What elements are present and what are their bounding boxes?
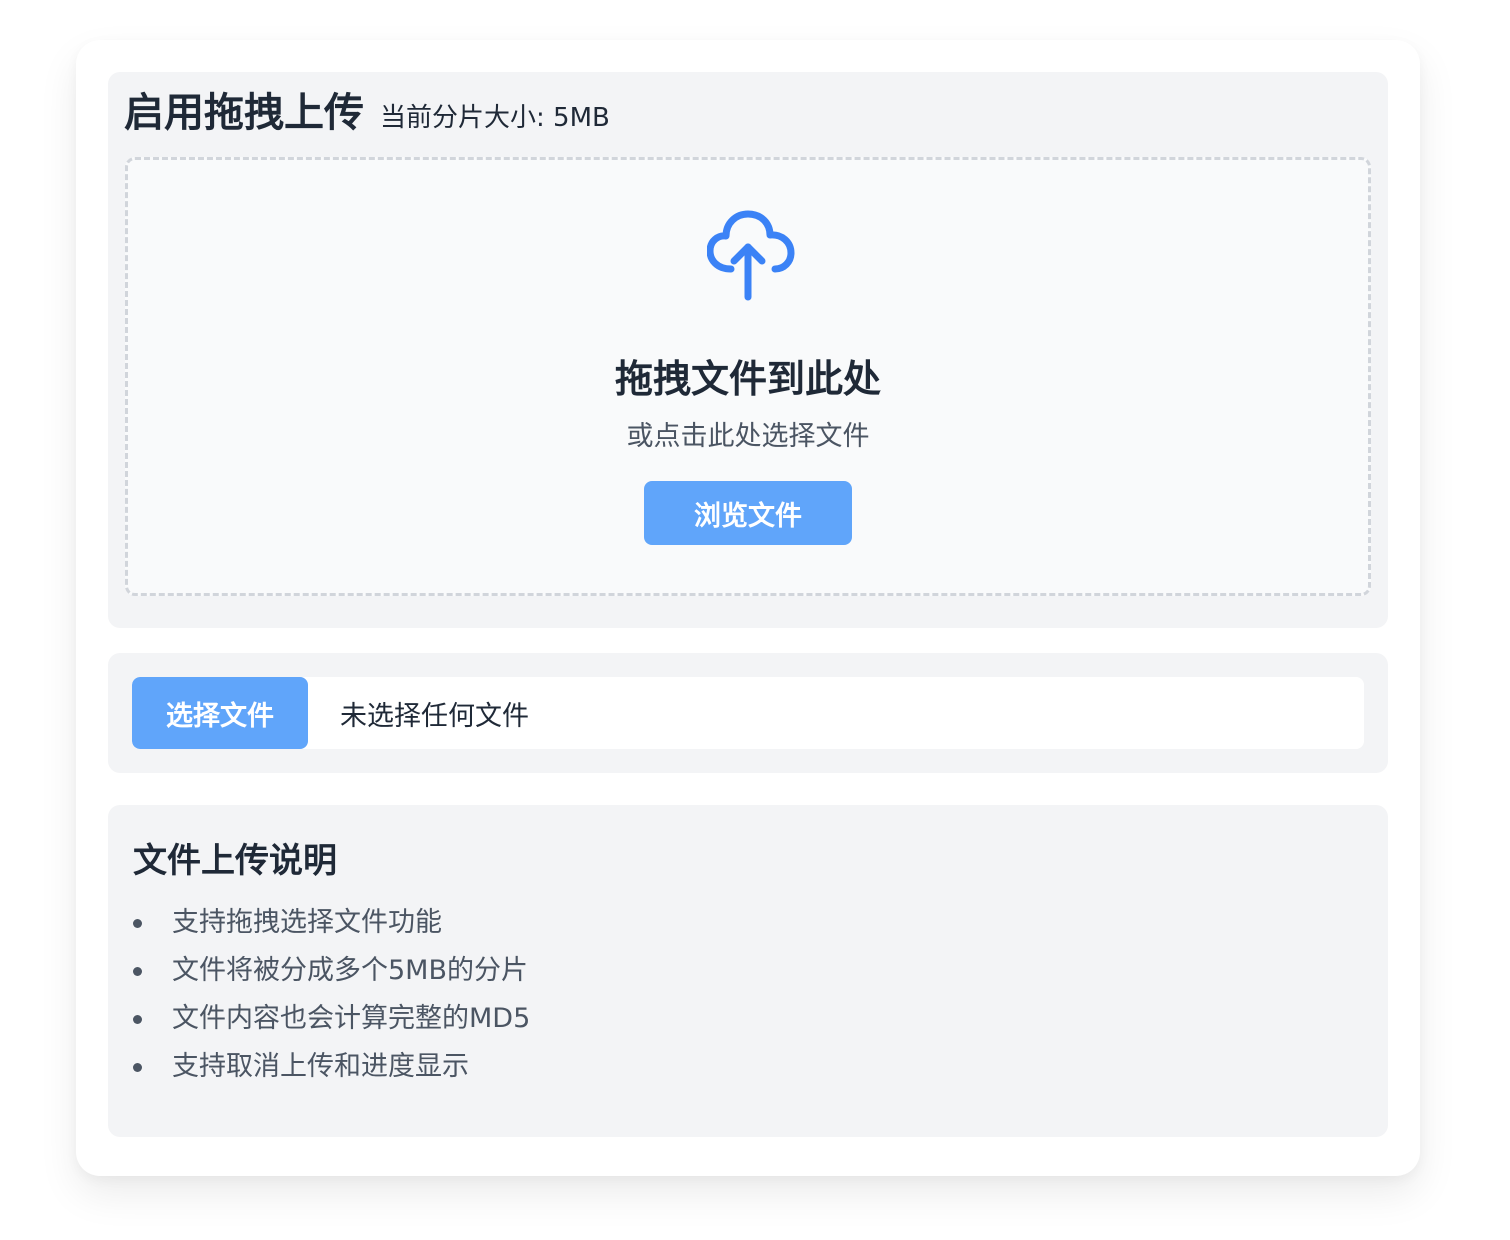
file-select-panel: 选择文件 未选择任何文件: [108, 653, 1388, 773]
drop-subtitle: 或点击此处选择文件: [626, 421, 870, 452]
drop-title: 拖拽文件到此处: [614, 357, 881, 401]
list-item-text: 支持拖拽选择文件功能: [172, 907, 442, 938]
bullet-icon: [133, 1015, 142, 1024]
drag-title: 启用拖拽上传: [124, 90, 364, 136]
list-item-text: 支持取消上传和进度显示: [172, 1051, 469, 1082]
list-item: 文件内容也会计算完整的MD5: [133, 995, 530, 1043]
file-input[interactable]: 选择文件 未选择任何文件: [132, 677, 1364, 749]
drag-upload-panel: 启用拖拽上传 当前分片大小: 5MB 拖拽文件到此处 或点击此处选择文件 浏览文…: [108, 72, 1388, 628]
choose-file-button[interactable]: 选择文件: [132, 677, 308, 749]
list-item-text: 文件将被分成多个5MB的分片: [172, 955, 528, 986]
chunk-size-info: 当前分片大小: 5MB: [380, 103, 610, 133]
info-list: 支持拖拽选择文件功能 文件将被分成多个5MB的分片 文件内容也会计算完整的MD5…: [133, 899, 530, 1091]
bullet-icon: [133, 1063, 142, 1072]
upload-card: 启用拖拽上传 当前分片大小: 5MB 拖拽文件到此处 或点击此处选择文件 浏览文…: [76, 40, 1420, 1176]
drop-zone[interactable]: 拖拽文件到此处 或点击此处选择文件 浏览文件: [125, 157, 1371, 596]
cloud-upload-icon: [707, 210, 795, 301]
bullet-icon: [133, 967, 142, 976]
list-item: 支持取消上传和进度显示: [133, 1043, 530, 1091]
upload-info-panel: 文件上传说明 支持拖拽选择文件功能 文件将被分成多个5MB的分片 文件内容也会计…: [108, 805, 1388, 1137]
browse-files-button[interactable]: 浏览文件: [644, 481, 852, 545]
bullet-icon: [133, 919, 142, 928]
file-status-text: 未选择任何文件: [340, 700, 529, 732]
list-item: 支持拖拽选择文件功能: [133, 899, 530, 947]
list-item-text: 文件内容也会计算完整的MD5: [172, 1003, 531, 1034]
info-title: 文件上传说明: [133, 841, 337, 881]
drag-header: 启用拖拽上传 当前分片大小: 5MB: [124, 86, 610, 140]
list-item: 文件将被分成多个5MB的分片: [133, 947, 530, 995]
